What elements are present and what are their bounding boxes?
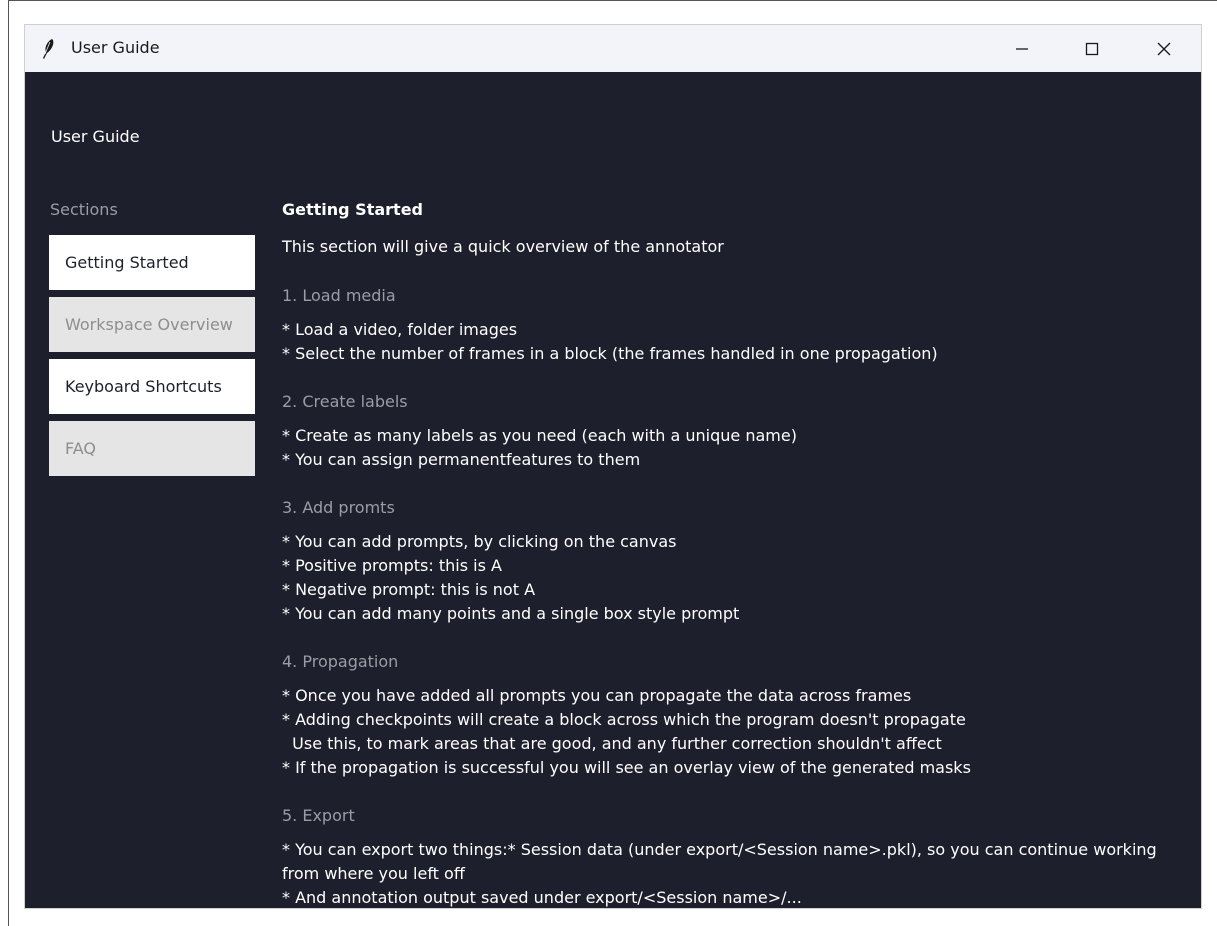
guide-line: * Load a video, folder images [282, 320, 518, 339]
sidebar-item-keyboard-shortcuts[interactable]: Keyboard Shortcuts [49, 359, 255, 414]
guide-line: * If the propagation is successful you w… [282, 758, 971, 777]
heading-propagation: 4. Propagation [282, 652, 399, 671]
guide-line: * You can export two things:* Session da… [282, 840, 1157, 859]
guide-line: Use this, to mark areas that are good, a… [282, 734, 942, 753]
heading-create-labels: 2. Create labels [282, 392, 408, 411]
page-title: User Guide [51, 127, 140, 146]
guide-line: * Select the number of frames in a block… [282, 344, 938, 363]
heading-export: 5. Export [282, 806, 355, 825]
guide-line: * Create as many labels as you need (eac… [282, 426, 797, 445]
title-bar[interactable]: User Guide [25, 25, 1201, 72]
sections-label: Sections [50, 200, 118, 219]
background-edge-top [8, 0, 1217, 1]
feather-icon [43, 39, 54, 59]
sidebar-item-label: Getting Started [65, 253, 189, 272]
window-content: User Guide Sections Getting Started Work… [25, 72, 1201, 908]
sidebar-item-workspace-overview[interactable]: Workspace Overview [49, 297, 255, 352]
heading-load-media: 1. Load media [282, 286, 396, 305]
sidebar-item-label: FAQ [65, 439, 96, 458]
guide-line: * Negative prompt: this is not A [282, 580, 536, 599]
maximize-icon [1085, 42, 1099, 55]
guide-line: * And annotation output saved under expo… [282, 888, 802, 907]
guide-line: * You can add many points and a single b… [282, 604, 740, 623]
maximize-button[interactable] [1056, 25, 1128, 72]
section-title: Getting Started [282, 200, 423, 219]
sidebar-item-label: Workspace Overview [65, 315, 233, 334]
close-icon [1157, 42, 1171, 55]
guide-line: * Adding checkpoints will create a block… [282, 710, 966, 729]
window-title: User Guide [71, 38, 160, 57]
sidebar-item-getting-started[interactable]: Getting Started [49, 235, 255, 290]
background-edge-left [8, 0, 9, 926]
user-guide-window: User Guide User Guide Sections Getting S… [25, 25, 1201, 908]
guide-line: * Positive prompts: this is A [282, 556, 502, 575]
minimize-button[interactable] [986, 25, 1058, 72]
sidebar-item-label: Keyboard Shortcuts [65, 377, 222, 396]
guide-line: * You can assign permanentfeatures to th… [282, 450, 641, 469]
guide-line: from where you left off [282, 864, 465, 883]
sidebar-item-faq[interactable]: FAQ [49, 421, 255, 476]
close-button[interactable] [1128, 25, 1200, 72]
guide-line: * You can add prompts, by clicking on th… [282, 532, 677, 551]
minimize-icon [1016, 47, 1028, 50]
section-intro: This section will give a quick overview … [282, 237, 724, 256]
guide-line: * Once you have added all prompts you ca… [282, 686, 912, 705]
heading-add-prompts: 3. Add promts [282, 498, 395, 517]
